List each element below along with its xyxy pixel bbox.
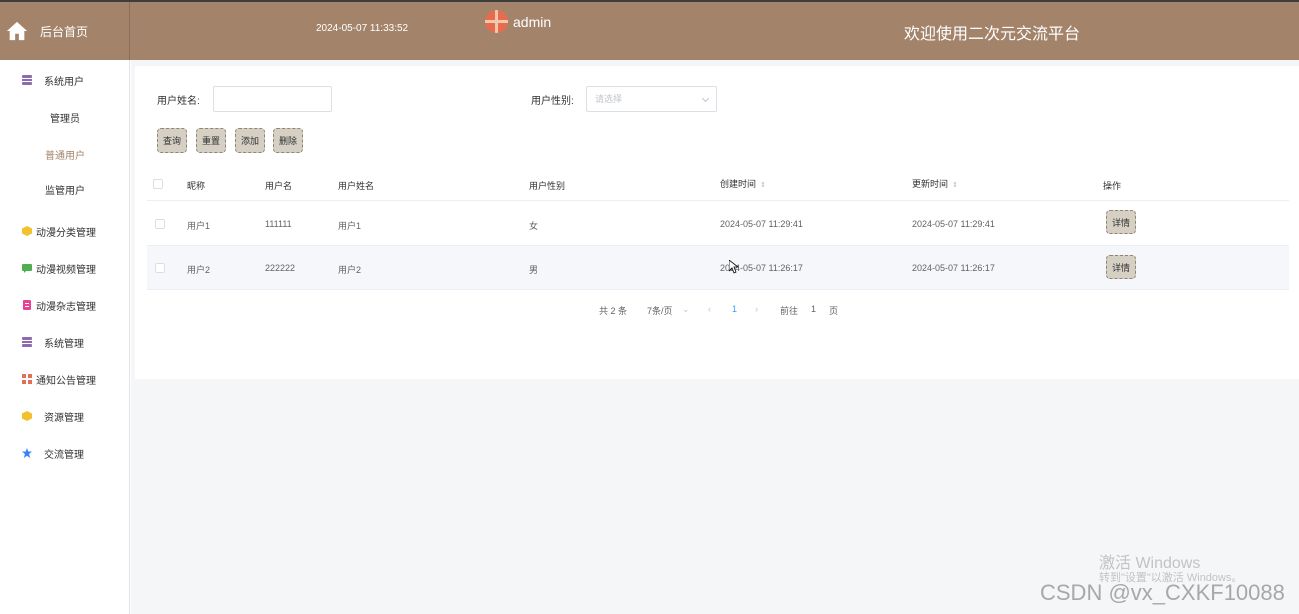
sidebar-item-anime-video[interactable]: 动漫视频管理	[0, 258, 130, 278]
sidebar-item-system-management[interactable]: 系统管理	[0, 332, 130, 352]
top-header: 后台首页 2024-05-07 11:33:52 admin 欢迎使用二次元交流…	[0, 0, 1299, 60]
sidebar-item-anime-category[interactable]: 动漫分类管理	[0, 221, 130, 241]
star-icon	[22, 448, 32, 458]
admin-menu[interactable]: admin	[485, 10, 551, 33]
cube-icon	[22, 226, 32, 236]
sidebar-item-label: 动漫分类管理	[36, 227, 96, 239]
cell-username: 222222	[265, 263, 296, 273]
gender-label: 用户性别:	[531, 96, 574, 107]
sidebar-item-resources[interactable]: 资源管理	[0, 406, 130, 426]
cube-icon	[22, 411, 32, 421]
sidebar-item-label: 系统用户	[44, 76, 84, 88]
cell-nickname: 用户1	[187, 221, 211, 231]
cell-gender: 女	[529, 221, 539, 231]
cell-gender: 男	[529, 265, 539, 275]
goto-label: 前往	[780, 306, 799, 316]
sidebar-item-supervisors[interactable]: 监管用户	[0, 179, 130, 199]
cell-realname: 用户2	[338, 265, 362, 275]
sidebar-item-admin[interactable]: 管理员	[0, 107, 130, 127]
column-header-created[interactable]: 创建时间 ⇕	[720, 177, 766, 190]
sidebar-item-label: 普通用户	[45, 150, 85, 162]
column-header-gender: 用户性别	[529, 181, 566, 191]
name-search-input[interactable]	[213, 86, 332, 112]
cell-created: 2024-05-07 11:29:41	[720, 219, 803, 229]
sidebar-item-label: 动漫视频管理	[36, 264, 96, 276]
column-header-nickname: 昵称	[187, 181, 206, 191]
sort-icon[interactable]: ⇕	[952, 181, 958, 189]
sort-icon[interactable]: ⇕	[760, 181, 766, 189]
goto-page-input[interactable]: 1	[811, 304, 816, 314]
table-divider	[147, 200, 1289, 201]
page-size-select[interactable]: 7条/页	[647, 304, 673, 317]
message-icon	[22, 264, 32, 273]
row-checkbox[interactable]	[155, 219, 165, 229]
sidebar-item-notice[interactable]: 通知公告管理	[0, 369, 130, 389]
page-number-current[interactable]: 1	[732, 304, 737, 314]
avatar	[485, 10, 508, 33]
sidebar-item-label: 系统管理	[44, 338, 84, 350]
column-header-label: 更新时间	[912, 179, 949, 189]
reset-button[interactable]: 重置	[196, 128, 226, 153]
sidebar-item-label: 资源管理	[44, 412, 84, 424]
column-header-updated[interactable]: 更新时间 ⇕	[912, 177, 958, 190]
prev-page-icon[interactable]: ‹	[708, 304, 711, 314]
cell-username: 111111	[265, 219, 292, 229]
current-time: 2024-05-07 11:33:52	[316, 23, 409, 34]
next-page-icon[interactable]: ›	[755, 304, 758, 314]
detail-button[interactable]: 详情	[1106, 210, 1136, 234]
name-label: 用户姓名:	[157, 96, 200, 107]
cell-updated: 2024-05-07 11:26:17	[912, 263, 995, 273]
column-header-label: 创建时间	[720, 179, 757, 189]
sidebar-item-label: 监管用户	[45, 185, 85, 197]
document-icon	[23, 300, 31, 310]
pagination-total: 共 2 条	[599, 306, 628, 316]
home-label: 后台首页	[40, 24, 89, 39]
column-header-username: 用户名	[265, 181, 293, 191]
table-divider	[147, 289, 1289, 290]
sidebar-item-label: 管理员	[50, 113, 80, 125]
detail-button[interactable]: 详情	[1106, 255, 1136, 279]
gender-select[interactable]: 请选择	[586, 86, 717, 112]
gender-select-placeholder: 请选择	[595, 94, 623, 104]
home-icon	[6, 21, 28, 41]
cell-updated: 2024-05-07 11:29:41	[912, 219, 995, 229]
column-header-action: 操作	[1103, 181, 1122, 191]
chevron-down-icon[interactable]: ⌄	[682, 304, 690, 315]
csdn-watermark: CSDN @vx_CXKF10088	[1040, 580, 1285, 605]
cell-realname: 用户1	[338, 221, 362, 231]
query-button[interactable]: 查询	[157, 128, 187, 153]
mouse-cursor-icon	[729, 260, 739, 274]
sidebar-item-label: 动漫杂志管理	[36, 301, 96, 313]
chevron-down-icon	[701, 94, 710, 103]
add-button[interactable]: 添加	[235, 128, 265, 153]
column-header-realname: 用户姓名	[338, 181, 375, 191]
grid-icon	[22, 374, 32, 384]
page-suffix: 页	[829, 306, 839, 316]
sidebar-item-exchange[interactable]: 交流管理	[0, 443, 130, 463]
database-icon	[22, 337, 32, 347]
admin-name: admin	[513, 13, 552, 30]
select-all-checkbox[interactable]	[153, 179, 163, 189]
database-icon	[22, 75, 32, 85]
welcome-text: 欢迎使用二次元交流平台	[904, 26, 1081, 43]
delete-button[interactable]: 删除	[273, 128, 303, 153]
cell-nickname: 用户2	[187, 265, 211, 275]
sidebar-item-label: 交流管理	[44, 449, 84, 461]
row-checkbox[interactable]	[155, 263, 165, 273]
sidebar-item-label: 通知公告管理	[36, 375, 96, 387]
home-link[interactable]: 后台首页	[0, 2, 130, 60]
sidebar-item-system-users[interactable]: 系统用户	[0, 70, 130, 90]
sidebar-item-normal-users[interactable]: 普通用户	[0, 144, 130, 164]
sidebar-item-anime-magazine[interactable]: 动漫杂志管理	[0, 295, 130, 315]
sidebar: 系统用户 管理员 普通用户 监管用户 动漫分类管理 动漫视频管理 动漫杂志管理 …	[0, 60, 130, 614]
